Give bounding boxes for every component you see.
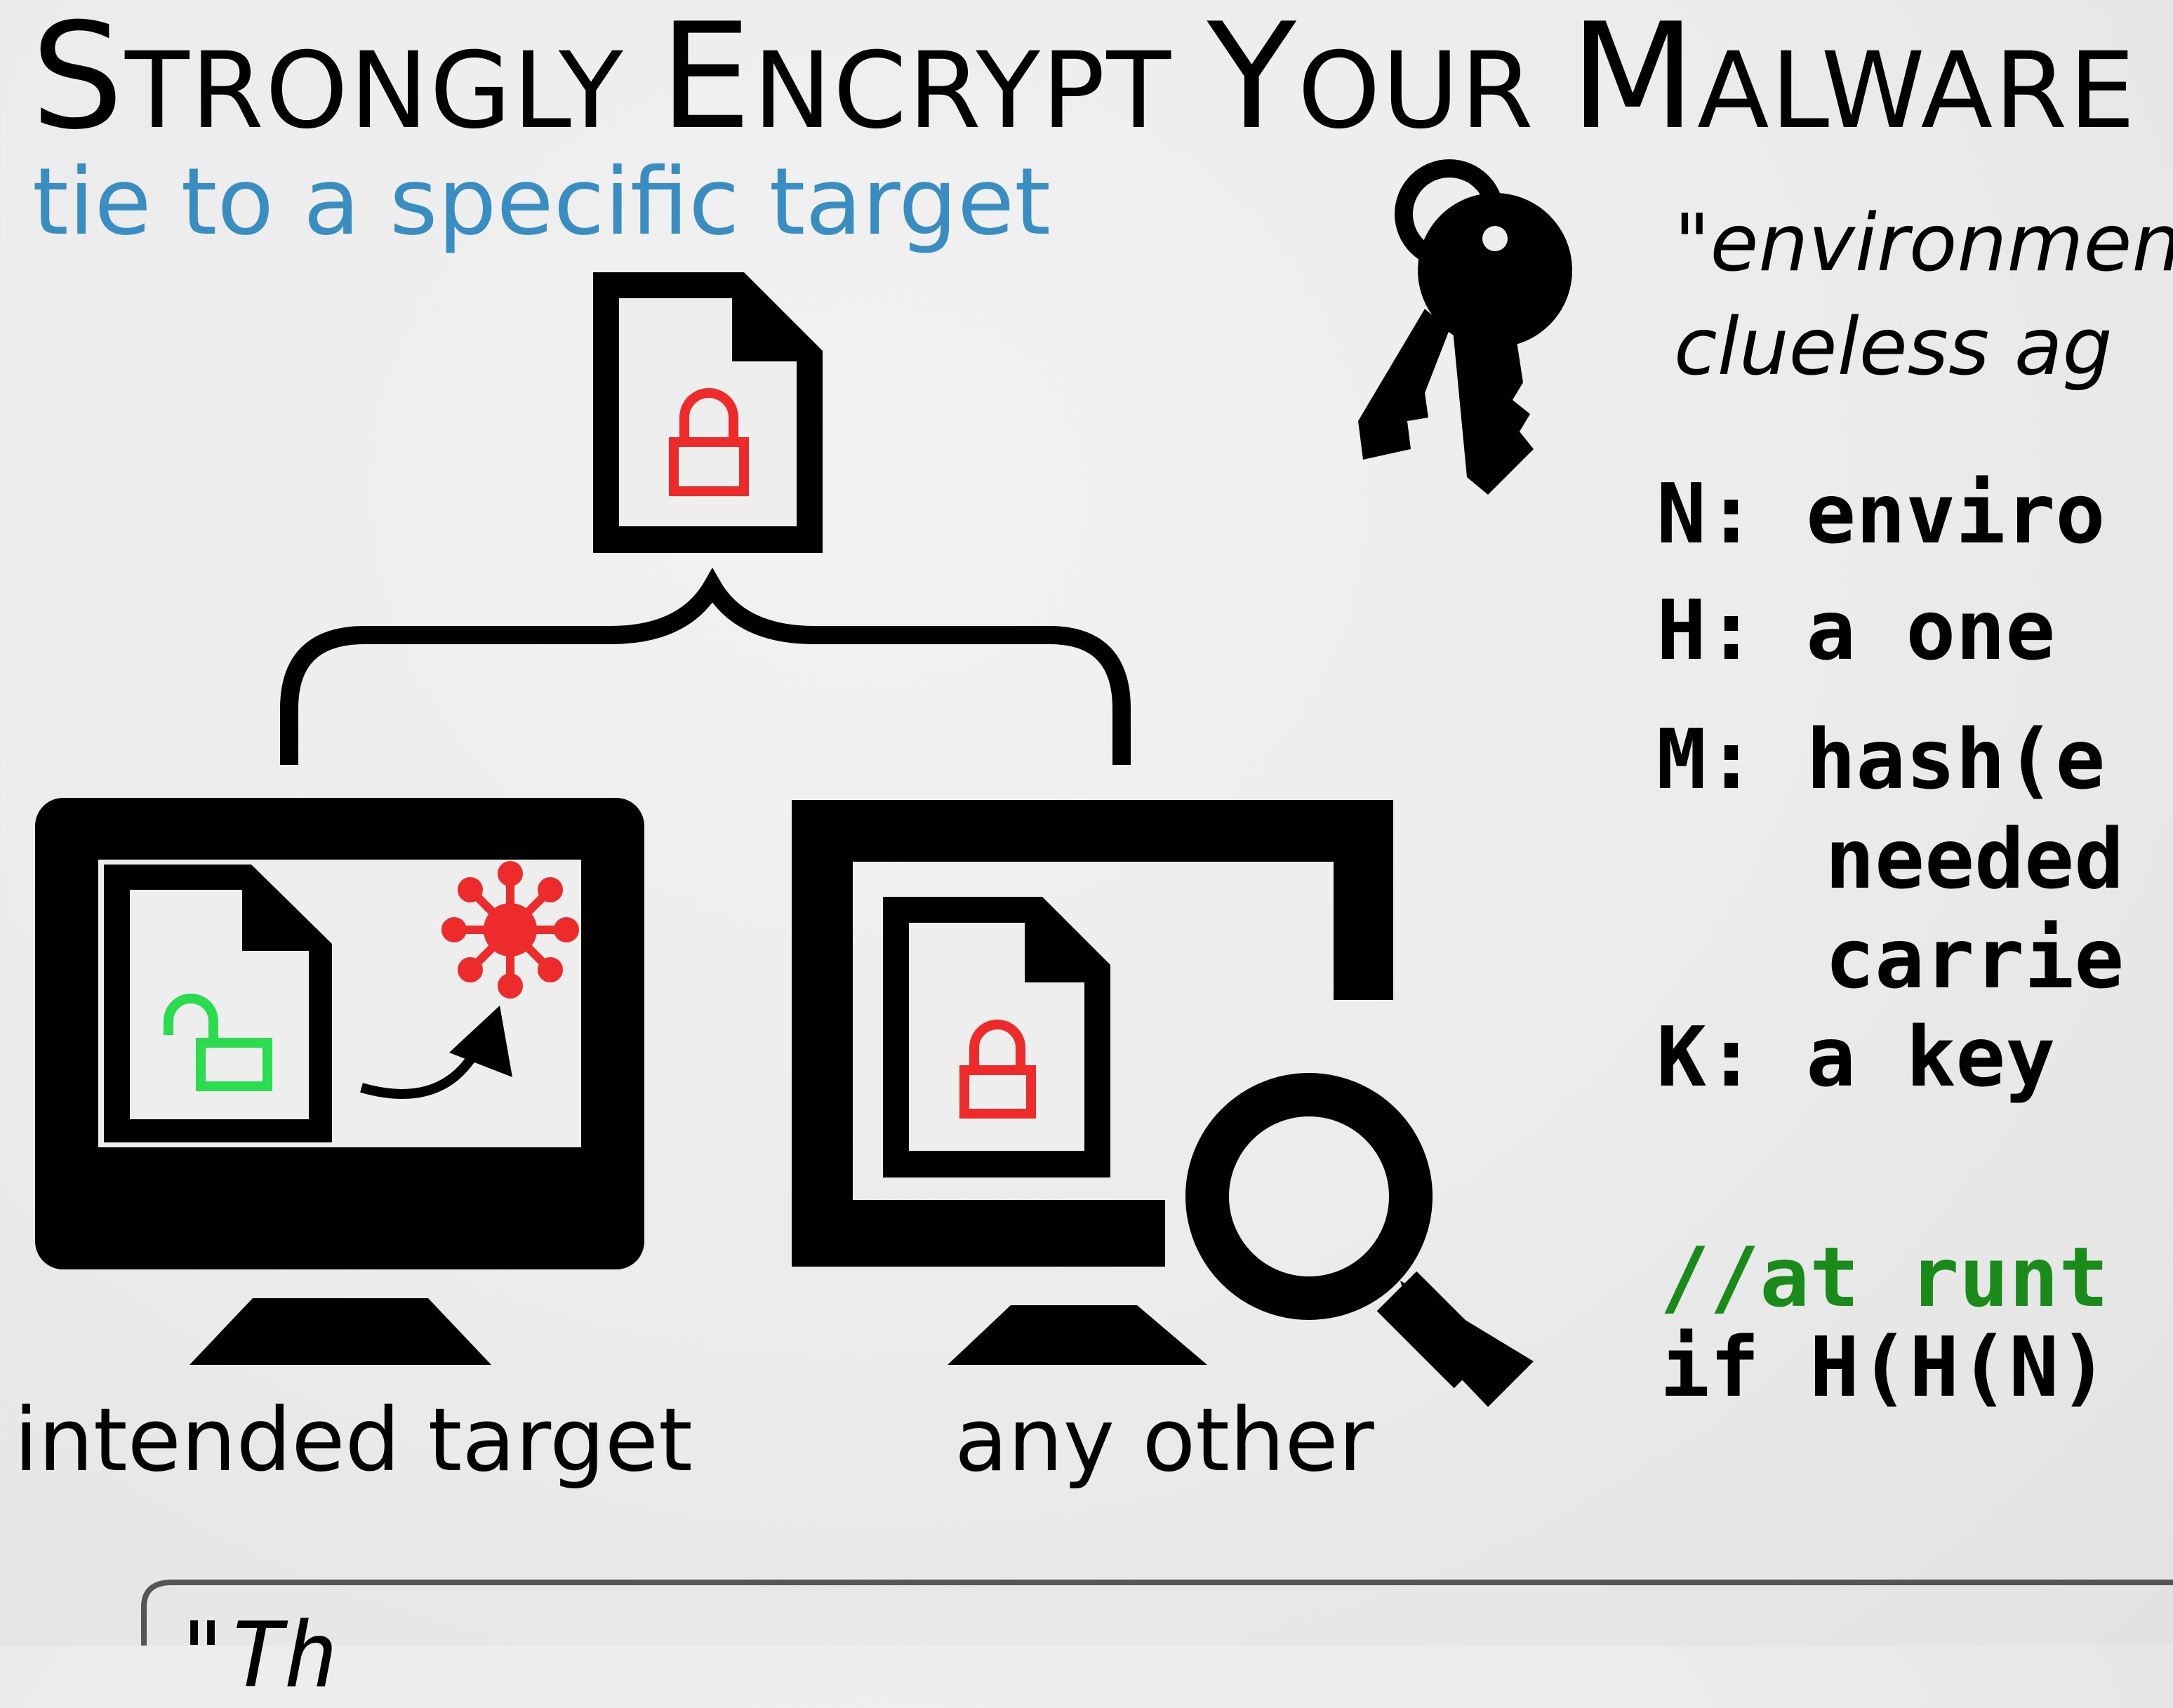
keys-icon <box>1358 159 1572 495</box>
quote-box-border <box>141 1580 2173 1646</box>
virus-icon <box>441 861 579 999</box>
illustration <box>35 159 2173 1646</box>
magnifying-glass-icon <box>1185 1073 1534 1407</box>
bottom-quote: "Th <box>175 1603 338 1708</box>
brace <box>280 567 1131 765</box>
file-locked-icon <box>593 272 823 553</box>
file-locked-icon <box>883 897 1110 1177</box>
